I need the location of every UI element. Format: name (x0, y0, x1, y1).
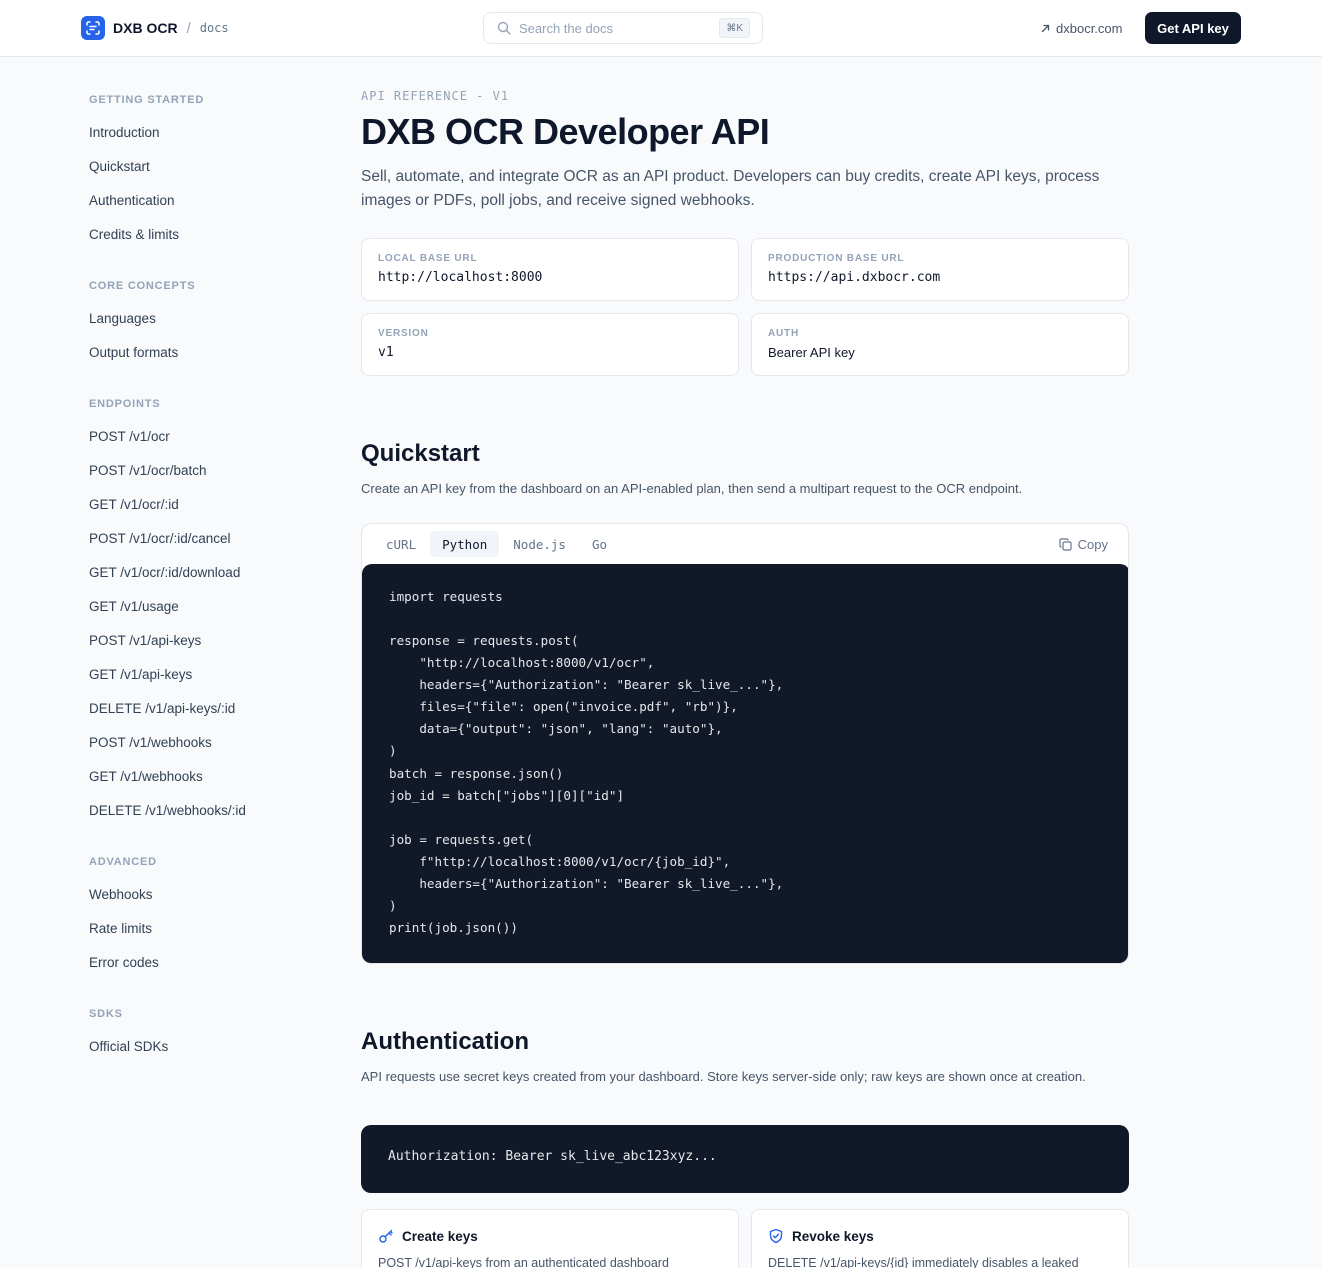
code-line: files={"file": open("invoice.pdf", "rb")… (389, 699, 738, 714)
sidebar-group-title: GETTING STARTED (89, 94, 205, 106)
auth-header-example[interactable]: Authorization: Bearer sk_live_abc123xyz.… (361, 1125, 1129, 1193)
sidebar-item-endpoint[interactable]: DELETE /v1/api-keys/:id (89, 699, 235, 719)
code-line: headers={"Authorization": "Bearer sk_liv… (389, 876, 784, 891)
info-value: http://localhost:8000 (378, 270, 543, 285)
code-line: f"http://localhost:8000/v1/ocr/{job_id}"… (389, 854, 731, 869)
arrow-up-right-icon (1040, 23, 1051, 34)
feature-title: Create keys (378, 1228, 478, 1244)
create-keys-description: POST /v1/api-keys from an authenticated … (378, 1256, 669, 1268)
sidebar-item-endpoint[interactable]: GET /v1/ocr/:id (89, 495, 179, 515)
sidebar-item-endpoint[interactable]: GET /v1/webhooks (89, 767, 203, 787)
code-line: job = requests.get( (389, 832, 534, 847)
sidebar-item-endpoint[interactable]: POST /v1/ocr (89, 427, 170, 447)
copy-label: Copy (1077, 536, 1108, 552)
brand-name: DXB OCR (113, 20, 178, 36)
info-card-auth: AUTH Bearer API key (751, 313, 1129, 376)
sidebar-item-endpoint[interactable]: POST /v1/ocr/:id/cancel (89, 529, 231, 549)
authentication-description: API requests use secret keys created fro… (361, 1069, 1086, 1084)
code-line: "http://localhost:8000/v1/ocr", (389, 655, 655, 670)
sidebar-item-official-sdks[interactable]: Official SDKs (89, 1037, 168, 1057)
code-line: headers={"Authorization": "Bearer sk_liv… (389, 677, 784, 692)
code-snippet[interactable]: import requests response = requests.post… (362, 564, 1128, 963)
info-value: Bearer API key (768, 345, 855, 360)
code-line: job_id = batch["jobs"][0]["id"] (389, 788, 625, 803)
code-line: import requests (389, 589, 503, 604)
code-line: batch = response.json() (389, 766, 564, 781)
info-label: AUTH (768, 328, 799, 339)
info-label: VERSION (378, 328, 429, 339)
copy-button[interactable]: Copy (1059, 535, 1108, 553)
sidebar-group-title: ENDPOINTS (89, 398, 161, 410)
info-value: https://api.dxbocr.com (768, 270, 941, 285)
top-header: DXB OCR / docs Search the docs ⌘K dxbocr… (0, 0, 1322, 57)
info-label: LOCAL BASE URL (378, 253, 478, 264)
sidebar-item-introduction[interactable]: Introduction (89, 123, 160, 143)
sidebar-item-endpoint[interactable]: POST /v1/ocr/batch (89, 461, 207, 481)
search-shortcut-badge: ⌘K (719, 18, 750, 38)
page-lead: Sell, automate, and integrate OCR as an … (361, 168, 1100, 209)
shield-icon (768, 1228, 784, 1244)
sidebar-group-title: SDKS (89, 1008, 123, 1020)
page-title: DXB OCR Developer API (361, 111, 770, 152)
sidebar-item-endpoint[interactable]: GET /v1/api-keys (89, 665, 192, 685)
sidebar-item-endpoint[interactable]: POST /v1/webhooks (89, 733, 212, 753)
code-line: data={"output": "json", "lang": "auto"}, (389, 721, 723, 736)
code-line: ) (389, 743, 397, 758)
copy-icon (1059, 537, 1072, 551)
auth-header-code: Authorization: Bearer sk_live_abc123xyz.… (388, 1149, 717, 1164)
revoke-keys-description: DELETE /v1/api-keys/{id} immediately dis… (768, 1256, 1079, 1268)
sidebar-group-title: CORE CONCEPTS (89, 280, 196, 292)
info-card-local-base-url: LOCAL BASE URL http://localhost:8000 (361, 238, 739, 301)
brand-separator: / (186, 19, 191, 37)
brand[interactable]: DXB OCR / docs (81, 16, 229, 40)
code-line: print(job.json()) (389, 920, 518, 935)
code-line: ) (389, 898, 397, 913)
info-value: v1 (378, 345, 394, 360)
sidebar-item-webhooks[interactable]: Webhooks (89, 885, 153, 905)
search-icon (497, 21, 511, 35)
scan-text-icon (81, 16, 105, 40)
page-eyebrow: API REFERENCE - V1 (361, 89, 510, 103)
sidebar-item-authentication[interactable]: Authentication (89, 191, 175, 211)
sidebar-item-error-codes[interactable]: Error codes (89, 953, 159, 973)
sidebar-item-rate-limits[interactable]: Rate limits (89, 919, 152, 939)
search-placeholder: Search the docs (519, 20, 613, 36)
section-title-quickstart: Quickstart (361, 440, 480, 467)
revoke-keys-title: Revoke keys (792, 1228, 874, 1244)
feature-title: Revoke keys (768, 1228, 874, 1244)
tab-python[interactable]: Python (430, 531, 500, 557)
get-api-key-button[interactable]: Get API key (1145, 12, 1241, 44)
sidebar-item-endpoint[interactable]: GET /v1/ocr/:id/download (89, 563, 240, 583)
sidebar-item-credits-limits[interactable]: Credits & limits (89, 225, 179, 245)
sidebar-item-languages[interactable]: Languages (89, 309, 156, 329)
key-icon (378, 1228, 394, 1244)
tab-curl[interactable]: cURL (374, 531, 428, 557)
sidebar-item-endpoint[interactable]: DELETE /v1/webhooks/:id (89, 801, 246, 821)
info-label: PRODUCTION BASE URL (768, 253, 905, 264)
sidebar-group-title: ADVANCED (89, 856, 157, 868)
tab-go[interactable]: Go (580, 531, 619, 557)
sidebar-item-quickstart[interactable]: Quickstart (89, 157, 150, 177)
code-example-panel: cURL Python Node.js Go Copy import reque… (361, 523, 1129, 964)
brand-section: docs (199, 21, 229, 35)
section-title-authentication: Authentication (361, 1028, 529, 1055)
sidebar-item-output-formats[interactable]: Output formats (89, 343, 178, 363)
tab-nodejs[interactable]: Node.js (501, 531, 578, 557)
create-keys-title: Create keys (402, 1228, 478, 1244)
info-card-production-base-url: PRODUCTION BASE URL https://api.dxbocr.c… (751, 238, 1129, 301)
sidebar-item-endpoint[interactable]: POST /v1/api-keys (89, 631, 201, 651)
revoke-keys-card: Revoke keys DELETE /v1/api-keys/{id} imm… (751, 1209, 1129, 1268)
quickstart-description: Create an API key from the dashboard on … (361, 481, 1023, 496)
external-site-link[interactable]: dxbocr.com (1040, 19, 1122, 37)
external-link-label: dxbocr.com (1056, 20, 1123, 36)
language-tabs: cURL Python Node.js Go (374, 531, 621, 557)
create-keys-card: Create keys POST /v1/api-keys from an au… (361, 1209, 739, 1268)
sidebar-item-endpoint[interactable]: GET /v1/usage (89, 597, 179, 617)
search-input[interactable]: Search the docs ⌘K (483, 12, 763, 44)
code-line: response = requests.post( (389, 633, 579, 648)
info-card-version: VERSION v1 (361, 313, 739, 376)
